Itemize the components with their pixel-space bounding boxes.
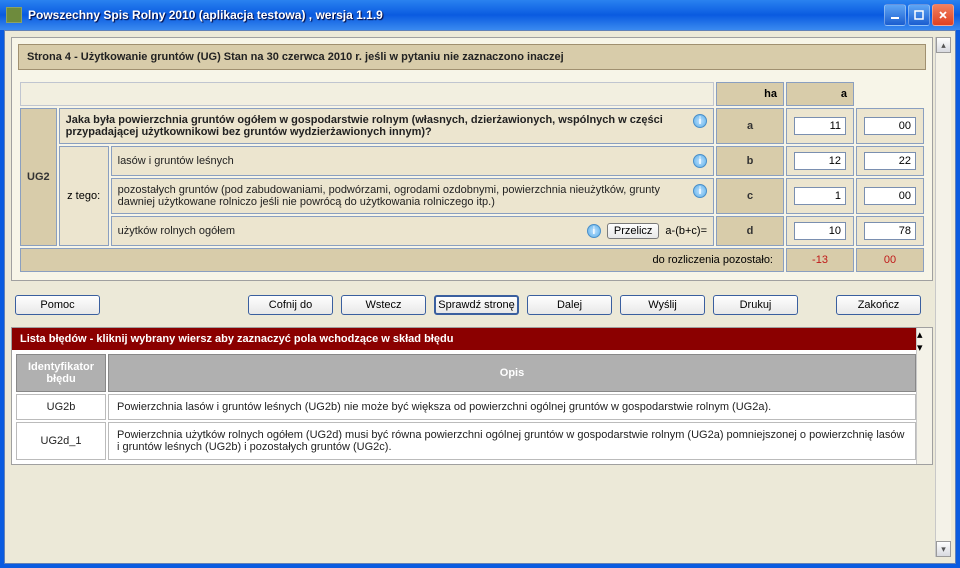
col-ha-header: ha [716,82,784,106]
error-row[interactable]: UG2b Powierzchnia lasów i gruntów leśnyc… [16,394,916,420]
row-b-letter: b [716,146,784,176]
row-d-letter: d [716,216,784,246]
ug2b-ha-input[interactable] [794,152,846,170]
window-close-button[interactable] [932,4,954,26]
window-minimize-button[interactable] [884,4,906,26]
errors-scrollbar[interactable]: ▴ ▾ [916,328,932,464]
col-a-header: a [786,82,854,106]
info-icon[interactable]: i [693,184,707,198]
errors-col-id: Identyfikator błędu [16,354,106,392]
ug2d-label: użytków rolnych ogółem [118,225,581,237]
errors-table: Identyfikator błędu Opis UG2b Powierzchn… [14,352,918,462]
remaining-label: do rozliczenia pozostało: [20,248,784,272]
error-row[interactable]: UG2d_1 Powierzchnia użytków rolnych ogół… [16,422,916,460]
error-id: UG2d_1 [16,422,106,460]
formula-label: a-(b+c)= [665,225,707,237]
window-maximize-button[interactable] [908,4,930,26]
errors-banner: Lista błędów - kliknij wybrany wiersz ab… [12,328,916,350]
errors-col-desc: Opis [108,354,916,392]
ug2d-ha-input[interactable] [794,222,846,240]
error-desc: Powierzchnia lasów i gruntów leśnych (UG… [108,394,916,420]
toolbar: Pomoc Cofnij do Wstecz Sprawdź stronę Da… [11,289,933,321]
ug2d-a-input[interactable] [864,222,916,240]
error-desc: Powierzchnia użytków rolnych ogółem (UG2… [108,422,916,460]
check-page-button[interactable]: Sprawdź stronę [434,295,519,315]
client-area: Strona 4 - Użytkowanie gruntów (UG) Stan… [4,30,956,564]
main-panel: Strona 4 - Użytkowanie gruntów (UG) Stan… [11,37,933,281]
recalculate-button[interactable]: Przelicz [607,223,660,239]
ug2a-a-input[interactable] [864,117,916,135]
next-button[interactable]: Dalej [527,295,612,315]
app-window: Powszechny Spis Rolny 2010 (aplikacja te… [0,0,960,568]
scroll-up-icon[interactable]: ▴ [936,37,951,53]
ug2-table: ha a UG2 Jaka była powierzchnia gruntów … [18,80,926,274]
ug2c-label: pozostałych gruntów (pod zabudowaniami, … [118,184,687,208]
row-c-letter: c [716,178,784,214]
info-icon[interactable]: i [693,114,707,128]
remaining-ha: -13 [786,248,854,272]
ug2-question: Jaka była powierzchnia gruntów ogółem w … [66,114,687,138]
remaining-a: 00 [856,248,924,272]
ug2a-ha-input[interactable] [794,117,846,135]
main-scrollbar[interactable]: ▴ ▾ [935,37,951,557]
send-button[interactable]: Wyślij [620,295,705,315]
z-tego-label: z tego: [59,146,109,246]
ug2c-a-input[interactable] [864,187,916,205]
info-icon[interactable]: i [693,154,707,168]
scroll-up-icon[interactable]: ▴ [917,328,932,341]
row-a-letter: a [716,108,784,144]
finish-button[interactable]: Zakończ [836,295,921,315]
errors-panel: Lista błędów - kliknij wybrany wiersz ab… [11,327,933,465]
ug2c-ha-input[interactable] [794,187,846,205]
ug2b-a-input[interactable] [864,152,916,170]
page-header: Strona 4 - Użytkowanie gruntów (UG) Stan… [18,44,926,70]
back-button[interactable]: Wstecz [341,295,426,315]
help-button[interactable]: Pomoc [15,295,100,315]
undo-button[interactable]: Cofnij do [248,295,333,315]
scroll-down-icon[interactable]: ▾ [917,341,932,354]
ug2b-label: lasów i gruntów leśnych [118,155,687,167]
window-title: Powszechny Spis Rolny 2010 (aplikacja te… [28,8,884,22]
titlebar: Powszechny Spis Rolny 2010 (aplikacja te… [0,0,960,30]
info-icon[interactable]: i [587,224,601,238]
app-icon [6,7,22,23]
error-id: UG2b [16,394,106,420]
scroll-down-icon[interactable]: ▾ [936,541,951,557]
print-button[interactable]: Drukuj [713,295,798,315]
ug2-code: UG2 [20,108,57,246]
